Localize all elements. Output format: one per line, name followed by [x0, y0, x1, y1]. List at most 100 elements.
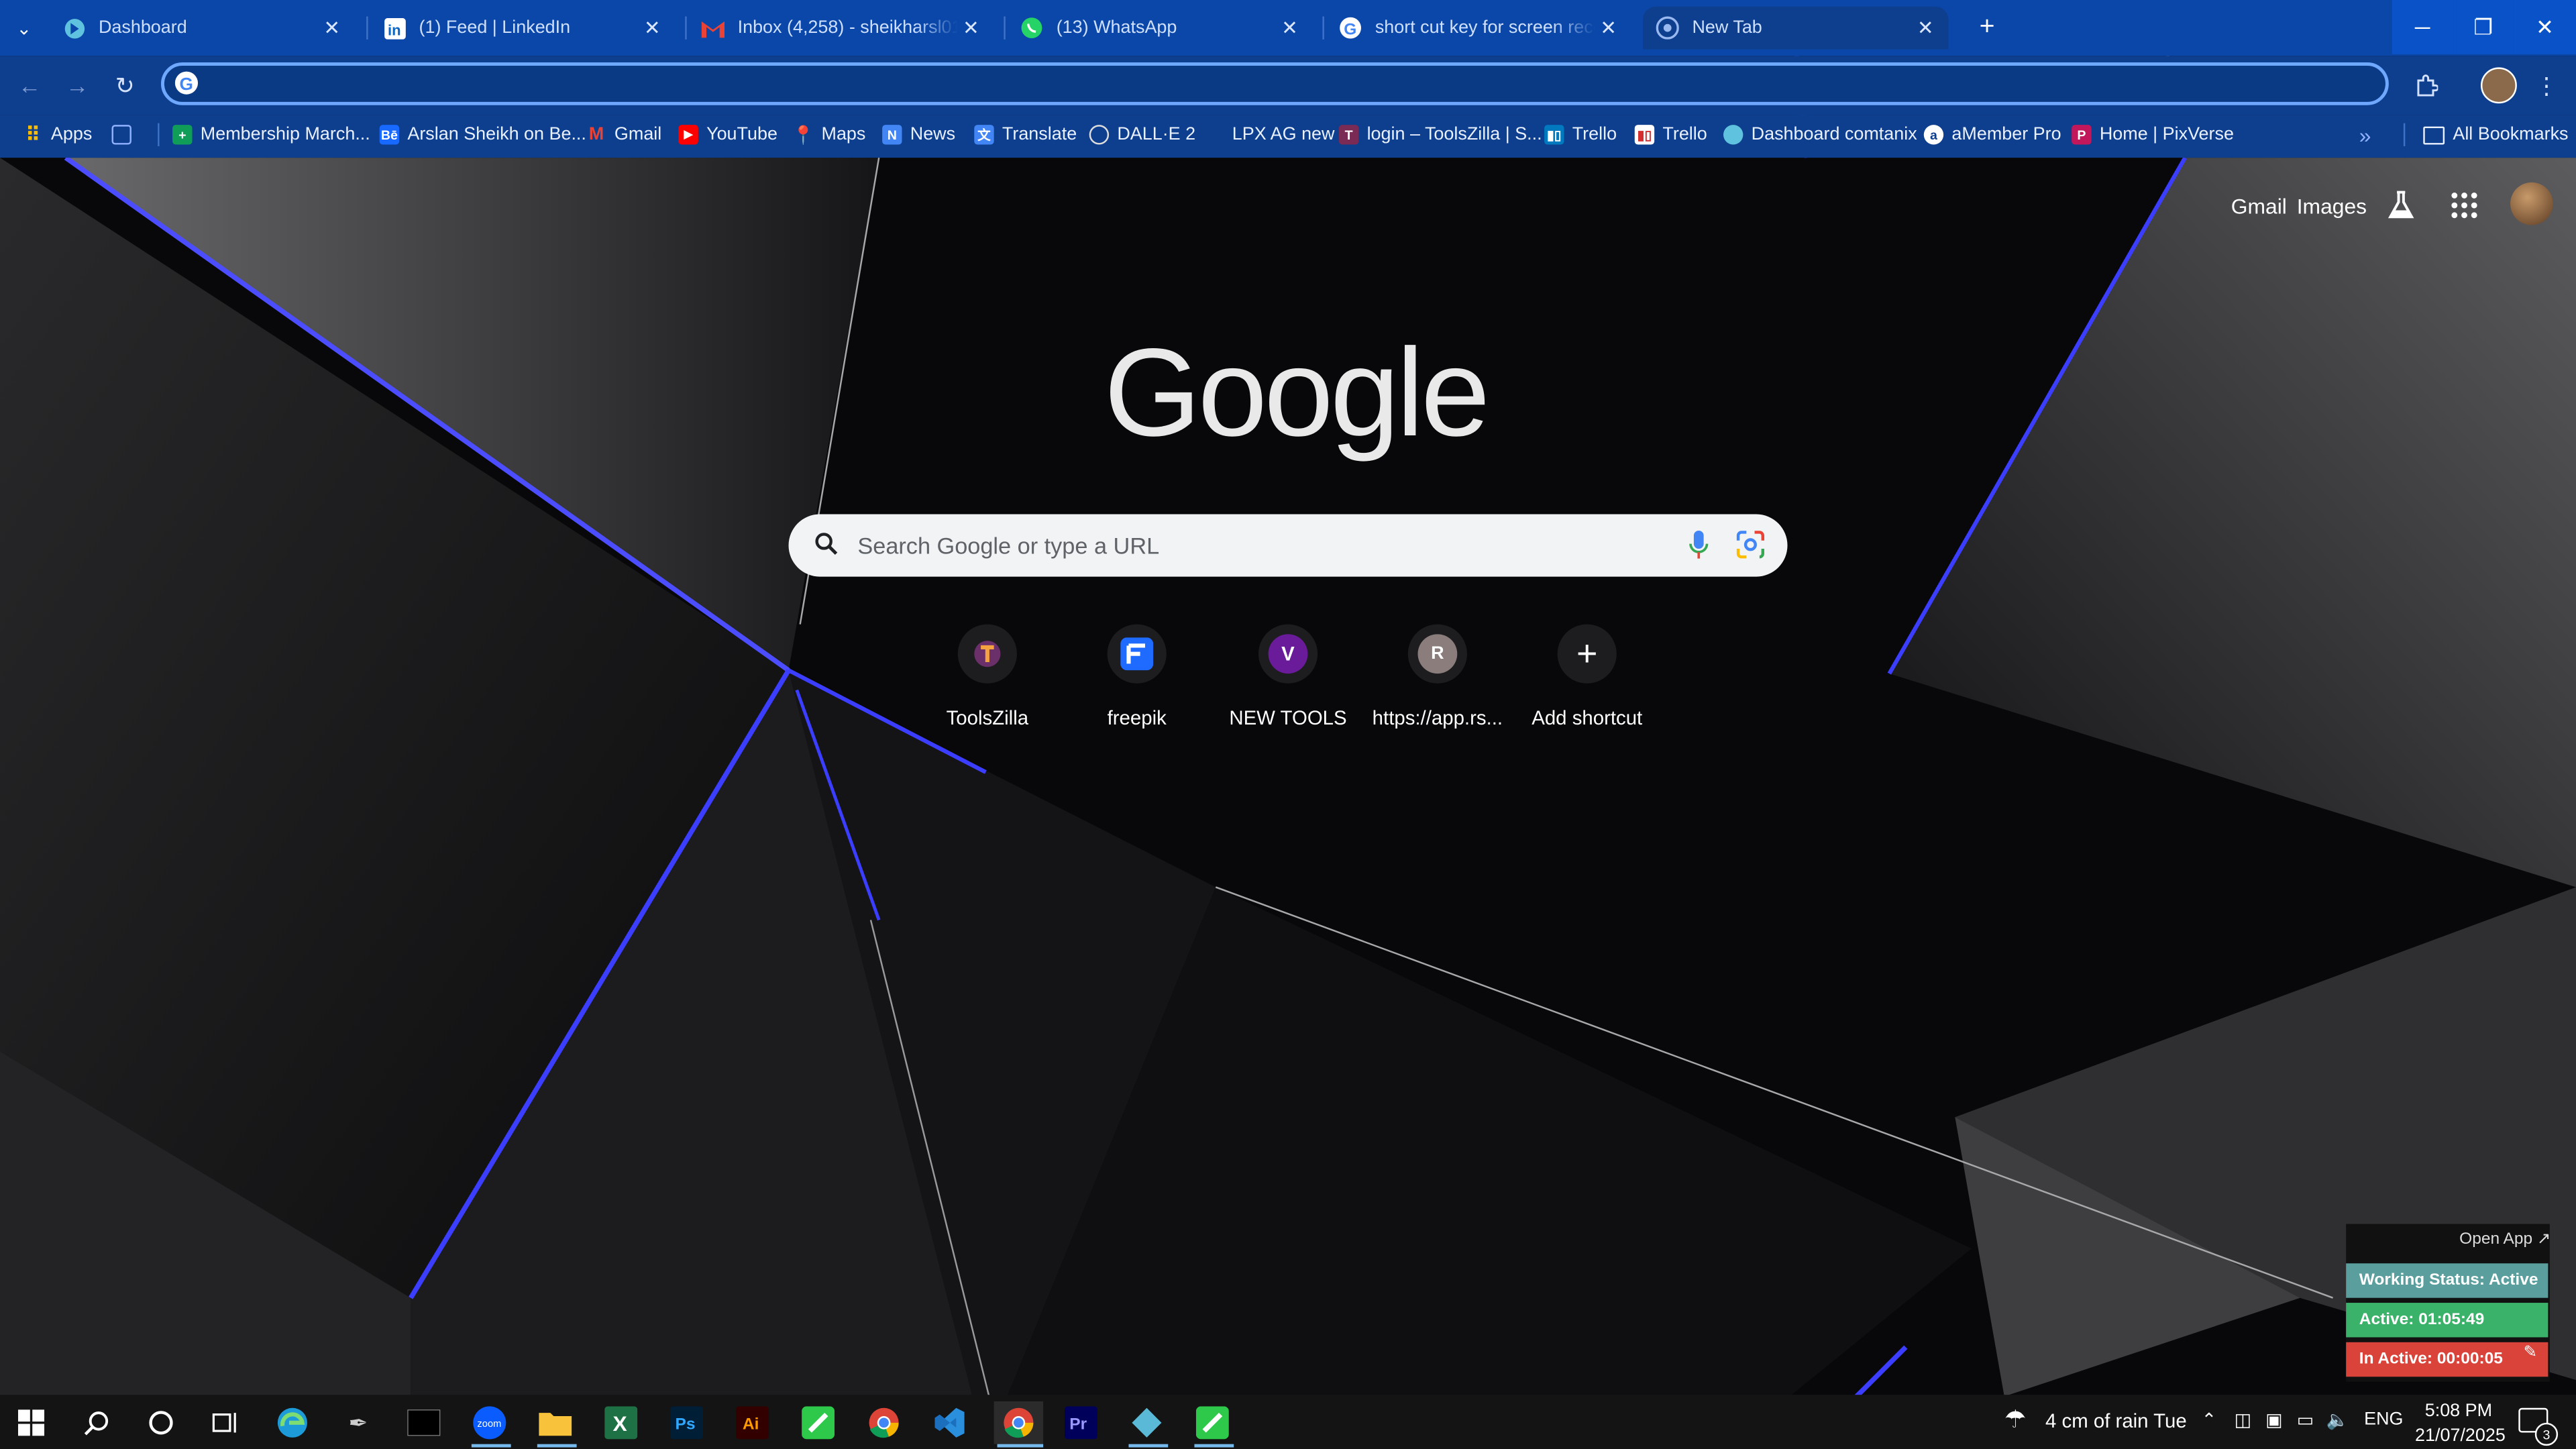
svg-text:G: G — [179, 74, 193, 94]
bookmark-item[interactable]: Bē Arslan Sheikh on Be... — [379, 121, 586, 148]
bookmark-item[interactable]: + Membership March... — [172, 121, 370, 148]
tab-title: New Tab — [1692, 17, 1762, 38]
phone-app-icon[interactable] — [797, 1401, 840, 1444]
cortana-icon[interactable] — [140, 1401, 182, 1444]
back-arrow-icon[interactable]: ← — [13, 69, 46, 102]
tab-new-tab[interactable]: New Tab ✕ — [1643, 6, 1949, 50]
reload-icon[interactable]: ↻ — [109, 69, 142, 102]
shortcut-freepik[interactable]: freepik — [1068, 624, 1206, 729]
chrome-active-icon[interactable] — [994, 1401, 1044, 1444]
bookmark-item[interactable]: N News — [882, 121, 955, 148]
notification-count-badge: 3 — [2534, 1422, 2559, 1446]
more-menu-icon[interactable]: ⋮ — [2530, 69, 2563, 102]
close-icon[interactable]: ✕ — [319, 16, 345, 39]
umbrella-icon[interactable]: ☂ — [2004, 1405, 2027, 1434]
pen-tool-icon[interactable]: ✒ — [337, 1401, 380, 1444]
tab-groups-button[interactable] — [111, 121, 140, 148]
labs-flask-icon[interactable] — [2387, 191, 2415, 228]
google-apps-icon[interactable] — [2451, 193, 2477, 227]
bookmark-label: DALL·E 2 — [1117, 125, 1196, 145]
gmail-link[interactable]: Gmail — [2231, 194, 2287, 219]
microphone-icon[interactable] — [1689, 531, 1709, 568]
page-icon — [1204, 125, 1224, 144]
network-icon[interactable]: ▭ — [2297, 1409, 2314, 1431]
screen-capture-icon[interactable]: ▣ — [2265, 1409, 2282, 1431]
app-diamond-icon[interactable] — [1126, 1401, 1169, 1444]
vscode-icon[interactable] — [928, 1401, 971, 1444]
terminal-icon[interactable] — [402, 1401, 445, 1444]
google-lens-icon[interactable] — [1736, 531, 1765, 567]
running-indicator — [471, 1444, 511, 1448]
bookmark-item[interactable]: P Home | PixVerse — [2072, 121, 2234, 148]
close-icon[interactable]: ✕ — [958, 16, 984, 39]
apps-grid-icon: ⠿ — [25, 123, 40, 146]
open-app-link[interactable]: Open App ↗ — [2459, 1230, 2551, 1248]
bookmark-item[interactable]: 📍 Maps — [792, 121, 866, 148]
chevron-up-icon[interactable]: ⌃ — [2202, 1409, 2217, 1431]
edit-pencil-icon[interactable]: ✎ — [2524, 1344, 2538, 1362]
bookmark-item[interactable]: Dashboard comtanix — [1723, 121, 1917, 148]
tab-title: (13) WhatsApp — [1056, 17, 1177, 38]
windows-start-icon[interactable] — [10, 1401, 53, 1444]
file-explorer-icon[interactable] — [534, 1401, 577, 1444]
search-input[interactable] — [854, 531, 1650, 561]
shortcut-new-tools[interactable]: V NEW TOOLS — [1219, 624, 1357, 729]
bookmark-item[interactable]: DALL·E 2 — [1089, 121, 1195, 148]
restore-button[interactable]: ❐ — [2453, 0, 2514, 54]
bookmark-item[interactable]: LPX AG new — [1204, 121, 1335, 148]
bookmark-label: News — [910, 125, 956, 145]
close-icon[interactable]: ✕ — [1913, 16, 1939, 39]
close-icon[interactable]: ✕ — [1595, 16, 1621, 39]
bookmark-item[interactable]: a aMember Pro — [1923, 121, 2061, 148]
language-indicator[interactable]: ENG — [2364, 1409, 2403, 1429]
forward-arrow-icon[interactable]: → — [61, 69, 94, 102]
bookmark-item[interactable]: M Gmail — [586, 121, 662, 148]
clock-time[interactable]: 5:08 PM — [2425, 1401, 2492, 1421]
excel-icon[interactable]: X — [600, 1401, 643, 1444]
search-icon[interactable] — [76, 1401, 119, 1444]
extensions-icon[interactable] — [2410, 69, 2443, 102]
tab-whatsapp[interactable]: (13) WhatsApp ✕ — [1007, 7, 1313, 50]
close-icon[interactable]: ✕ — [1277, 16, 1303, 39]
svg-text:X: X — [612, 1411, 627, 1436]
add-shortcut-button[interactable]: + Add shortcut — [1518, 624, 1656, 729]
bookmark-item[interactable]: ▶ YouTube — [678, 121, 777, 148]
minimize-button[interactable]: ─ — [2392, 0, 2453, 54]
tab-linkedin[interactable]: in (1) Feed | LinkedIn ✕ — [370, 7, 676, 50]
weather-text[interactable]: 4 cm of rain Tue — [2045, 1409, 2187, 1432]
chevron-down-icon: ⌄ — [16, 19, 32, 39]
volume-icon[interactable]: 🔈 — [2326, 1409, 2349, 1431]
meet-now-icon[interactable]: ◫ — [2235, 1409, 2251, 1431]
edge-icon[interactable] — [271, 1401, 314, 1444]
shortcut-toolszilla[interactable]: ToolsZilla — [918, 624, 1057, 729]
bookmark-label: Apps — [50, 125, 93, 145]
close-icon[interactable]: ✕ — [639, 16, 665, 39]
new-tab-button[interactable]: + — [1957, 0, 2018, 54]
illustrator-icon[interactable]: Ai — [731, 1401, 774, 1444]
bookmark-item[interactable]: ▮▯ Trello — [1544, 121, 1617, 148]
zoom-icon[interactable]: zoom — [468, 1401, 511, 1444]
images-link[interactable]: Images — [2297, 194, 2367, 219]
bookmark-item[interactable]: 文 Translate — [974, 121, 1077, 148]
bookmark-item[interactable]: ▮▯ Trello — [1634, 121, 1707, 148]
profile-avatar[interactable] — [2480, 67, 2517, 104]
account-avatar[interactable] — [2510, 182, 2553, 225]
close-window-button[interactable]: ✕ — [2513, 0, 2576, 54]
photoshop-icon[interactable]: Ps — [665, 1401, 708, 1444]
search-box[interactable] — [788, 514, 1788, 577]
bookmark-item[interactable]: Tlogin – ToolsZilla | S... — [1338, 121, 1542, 148]
bookmark-apps[interactable]: ⠿ Apps — [23, 121, 92, 148]
tab-google-search[interactable]: G short cut key for screen recording ✕ — [1326, 7, 1631, 50]
tab-gmail[interactable]: Inbox (4,258) - sheikharsl01@gmail.com ✕ — [688, 7, 994, 50]
tab-dashboard[interactable]: Dashboard ✕ — [49, 7, 355, 50]
shortcut-app-rs[interactable]: R https://app.rs... — [1368, 624, 1507, 729]
task-view-icon[interactable] — [204, 1401, 247, 1444]
address-bar[interactable]: G — [161, 62, 2389, 105]
chrome-icon[interactable] — [863, 1401, 906, 1444]
premiere-icon[interactable]: Pr — [1060, 1401, 1103, 1444]
tab-search-button[interactable]: ⌄ — [0, 7, 49, 50]
phone-app-icon[interactable] — [1191, 1401, 1234, 1444]
clock-date[interactable]: 21/07/2025 — [2415, 1426, 2506, 1446]
bookmarks-overflow-button[interactable]: » — [2359, 121, 2371, 148]
all-bookmarks-button[interactable]: All Bookmarks — [2423, 121, 2569, 148]
